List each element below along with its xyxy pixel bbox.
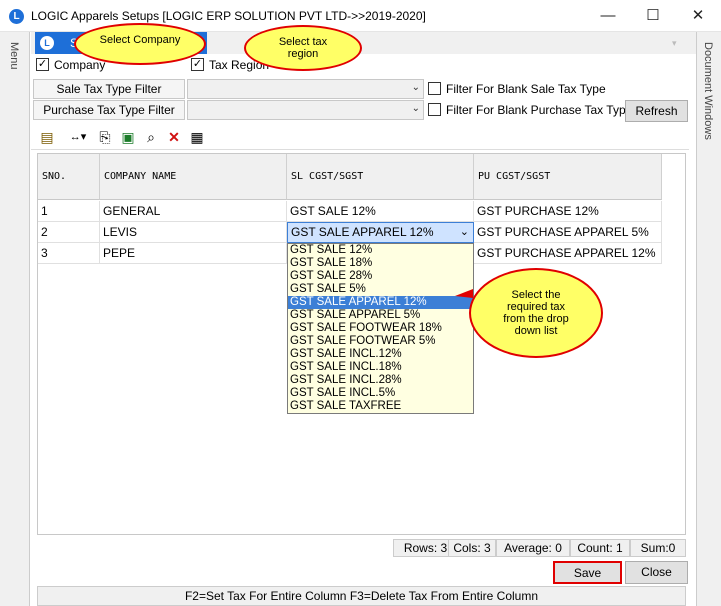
purchase-tax-type-filter-combo[interactable]: ⌄ — [187, 100, 424, 120]
dropdown-option[interactable]: GST SALE APPAREL 12% — [288, 296, 473, 309]
status-sum: Sum:0 — [630, 539, 686, 557]
column-header-sl-cgst-sgst[interactable]: SL CGST/SGST — [287, 154, 474, 200]
tab-logo-icon: L — [40, 36, 54, 50]
tab-dropdown-icon[interactable]: ▾ — [672, 38, 686, 48]
cell-sno[interactable]: 3 — [38, 243, 100, 264]
cell-sno[interactable]: 1 — [38, 201, 100, 222]
dropdown-option[interactable]: GST SALE INCL.12% — [288, 348, 473, 361]
column-header-pu-cgst-sgst[interactable]: PU CGST/SGST — [474, 154, 662, 200]
document-windows-label[interactable]: Document Windows — [702, 42, 714, 140]
grid-icon[interactable]: ▦ — [188, 129, 206, 145]
export-icon[interactable]: ▤ — [38, 129, 56, 145]
dropdown-option[interactable]: GST SALE TAXFREE — [288, 400, 473, 413]
delete-icon[interactable]: ✕ — [165, 129, 183, 145]
blank-purchase-tax-checkbox[interactable] — [428, 103, 441, 116]
dropdown-option[interactable]: GST SALE 12% — [288, 244, 473, 257]
cell-sno[interactable]: 2 — [38, 222, 100, 243]
chevron-down-icon[interactable]: ⌄ — [412, 82, 420, 93]
close-window-button[interactable]: ✕ — [683, 4, 713, 28]
dropdown-selected-value: GST SALE APPAREL 12% — [291, 225, 434, 239]
dropdown-option[interactable]: GST SALE 28% — [288, 270, 473, 283]
cell-pu-cgst-sgst[interactable]: GST PURCHASE APPAREL 5% — [474, 222, 662, 243]
copy-icon[interactable]: ⎘ — [96, 129, 114, 145]
blank-purchase-tax-label: Filter For Blank Purchase Tax Type — [446, 103, 633, 117]
find-icon[interactable]: ⌕ — [142, 129, 160, 145]
callout-pointer-arrow — [455, 289, 473, 298]
cell-company-name[interactable]: GENERAL — [100, 201, 287, 222]
app-logo-icon: L — [9, 9, 24, 24]
document-windows-sidebar[interactable]: Document Windows — [696, 32, 721, 606]
column-header-company-name[interactable]: COMPANY NAME — [100, 154, 287, 200]
callout-select-tax-region: Select tax region — [244, 25, 362, 71]
sale-tax-type-filter-combo[interactable]: ⌄ — [187, 79, 424, 99]
tax-region-checkbox[interactable]: ✓ — [191, 58, 204, 71]
purchase-tax-type-filter-label: Purchase Tax Type Filter — [33, 100, 185, 120]
dropdown-option[interactable]: GST SALE INCL.5% — [288, 387, 473, 400]
status-count: Count: 1 — [570, 539, 630, 557]
blank-sale-tax-checkbox[interactable] — [428, 82, 441, 95]
save-button[interactable]: Save — [553, 561, 622, 584]
column-width-icon[interactable]: ↔▾ — [66, 129, 90, 145]
chevron-down-icon[interactable]: ⌄ — [460, 223, 469, 242]
status-average: Average: 0 — [496, 539, 570, 557]
blank-sale-tax-label: Filter For Blank Sale Tax Type — [446, 82, 606, 96]
dropdown-option[interactable]: GST SALE FOOTWEAR 5% — [288, 335, 473, 348]
shortcut-hint-bar: F2=Set Tax For Entire Column F3=Delete T… — [37, 586, 686, 606]
dropdown-option[interactable]: GST SALE FOOTWEAR 18% — [288, 322, 473, 335]
column-header-sno[interactable]: SNO. — [38, 154, 100, 200]
cell-company-name[interactable]: PEPE — [100, 243, 287, 264]
excel-icon[interactable]: ▣ — [119, 129, 137, 145]
window-title: LOGIC Apparels Setups [LOGIC ERP SOLUTIO… — [31, 9, 426, 23]
sale-tax-dropdown-editor[interactable]: GST SALE APPAREL 12% ⌄ — [287, 222, 474, 243]
dropdown-option[interactable]: GST SALE 18% — [288, 257, 473, 270]
menu-sidebar[interactable]: Menu — [0, 32, 30, 606]
close-button[interactable]: Close — [625, 561, 688, 584]
status-cols: Cols: 3 — [448, 539, 496, 557]
callout-select-tax: Select the required tax from the drop do… — [469, 268, 603, 358]
cell-sl-cgst-sgst[interactable]: GST SALE 12% — [287, 201, 474, 222]
maximize-button[interactable]: ☐ — [638, 4, 668, 28]
cell-company-name[interactable]: LEVIS — [100, 222, 287, 243]
menu-label[interactable]: Menu — [8, 42, 20, 70]
minimize-button[interactable]: — — [593, 4, 623, 28]
dropdown-option[interactable]: GST SALE 5% — [288, 283, 473, 296]
refresh-button[interactable]: Refresh — [625, 100, 688, 122]
dropdown-option[interactable]: GST SALE APPAREL 5% — [288, 309, 473, 322]
dropdown-option[interactable]: GST SALE INCL.18% — [288, 361, 473, 374]
cell-pu-cgst-sgst[interactable]: GST PURCHASE 12% — [474, 201, 662, 222]
dropdown-option[interactable]: GST SALE INCL.28% — [288, 374, 473, 387]
callout-select-company: Select Company — [74, 23, 206, 65]
sale-tax-dropdown-list[interactable]: GST SALE 12% GST SALE 18% GST SALE 28% GST … — [287, 243, 474, 414]
company-checkbox[interactable]: ✓ — [36, 58, 49, 71]
chevron-down-icon[interactable]: ⌄ — [412, 103, 420, 114]
sale-tax-type-filter-label: Sale Tax Type Filter — [33, 79, 185, 99]
cell-pu-cgst-sgst[interactable]: GST PURCHASE APPAREL 12% — [474, 243, 662, 264]
